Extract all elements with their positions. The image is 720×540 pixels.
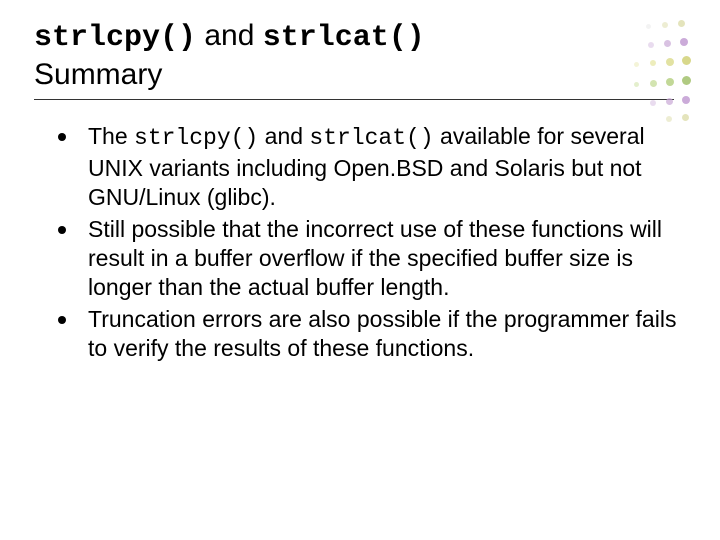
bullet-text: The xyxy=(88,123,134,149)
slide: strlcpy() and strlcat() Summary The strl… xyxy=(0,0,720,364)
slide-title: strlcpy() and strlcat() Summary xyxy=(34,18,674,100)
bullet-text: Still possible that the incorrect use of… xyxy=(88,216,662,301)
inline-code: strlcat() xyxy=(309,125,433,151)
title-line2: Summary xyxy=(34,57,674,94)
list-item: The strlcpy() and strlcat() available fo… xyxy=(58,122,686,212)
list-item: Still possible that the incorrect use of… xyxy=(58,215,686,303)
inline-code: strlcpy() xyxy=(134,125,258,151)
bullet-text: and xyxy=(258,123,309,149)
bullet-text: Truncation errors are also possible if t… xyxy=(88,306,676,361)
title-code-1: strlcpy() xyxy=(34,21,196,55)
title-code-2: strlcat() xyxy=(263,21,425,55)
list-item: Truncation errors are also possible if t… xyxy=(58,305,686,364)
bullet-list: The strlcpy() and strlcat() available fo… xyxy=(34,122,686,364)
title-joiner: and xyxy=(196,19,263,52)
